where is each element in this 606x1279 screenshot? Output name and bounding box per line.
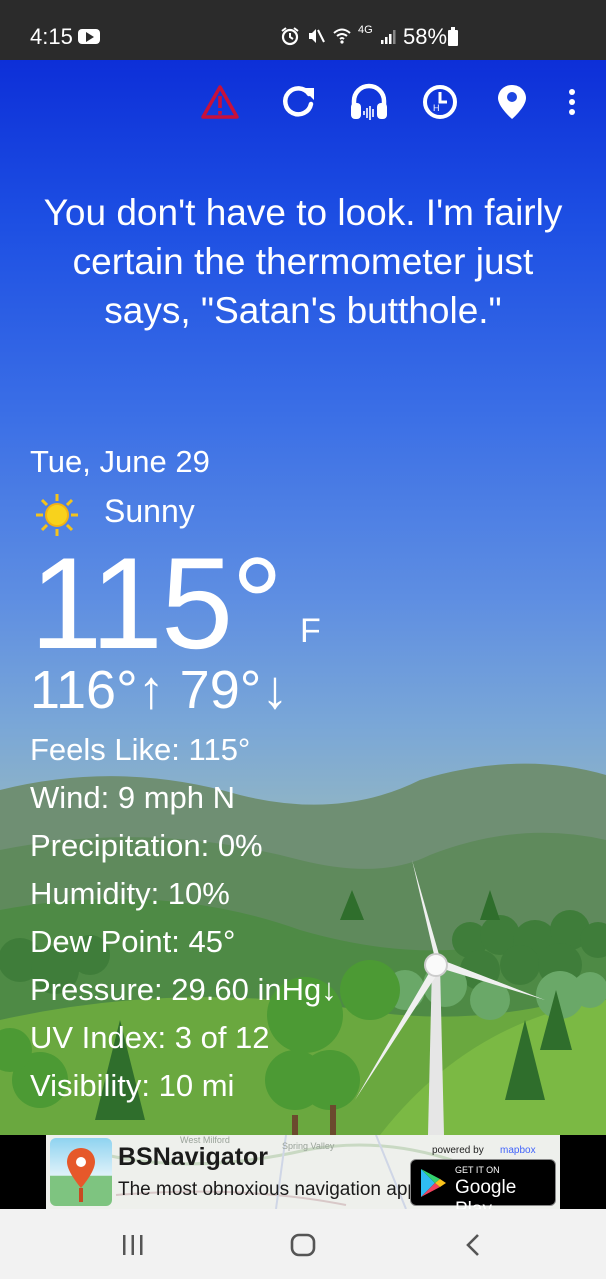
recent-apps-button[interactable] <box>113 1225 153 1265</box>
refresh-icon <box>283 86 314 117</box>
home-icon <box>290 1233 316 1257</box>
wifi-icon <box>333 28 351 44</box>
battery-icon <box>448 27 458 46</box>
ad-app-logo <box>50 1138 112 1206</box>
ad-content[interactable]: West Milford Spring Valley BSNavigator T… <box>46 1135 560 1209</box>
android-nav-bar <box>0 1209 606 1279</box>
map-label-spring-valley: Spring Valley <box>282 1141 335 1151</box>
map-pin-icon <box>67 1148 95 1202</box>
alert-icon <box>201 85 239 119</box>
mute-icon <box>309 29 325 43</box>
ad-subtitle: The most obnoxious navigation app. <box>118 1179 424 1200</box>
forecast-date: Tue, June 29 <box>30 444 210 479</box>
recent-apps-icon <box>123 1235 143 1255</box>
youtube-notification-icon <box>78 29 100 44</box>
detail-pressure: Pressure: 29.60 inHg↓ <box>30 972 337 1007</box>
google-play-small-text: GET IT ON <box>455 1165 500 1175</box>
svg-text:H: H <box>433 103 440 113</box>
google-play-icon <box>421 1169 446 1197</box>
weather-condition: Sunny <box>104 493 195 529</box>
status-icons: 4G <box>280 24 399 47</box>
location-icon <box>498 85 526 119</box>
screen: 4:15 4G 58% H You don't have to look. I'… <box>0 0 606 1279</box>
detail-dew-point: Dew Point: 45° <box>30 924 236 959</box>
weather-quote: You don't have to look. I'm fairly certa… <box>43 192 563 331</box>
google-play-big-text: Google Play <box>455 1177 517 1209</box>
detail-visibility: Visibility: 10 mi <box>30 1068 235 1103</box>
detail-feels-like: Feels Like: 115° <box>30 732 251 767</box>
ad-banner[interactable]: West Milford Spring Valley BSNavigator T… <box>0 1135 606 1209</box>
home-button[interactable] <box>283 1225 323 1265</box>
location-button[interactable] <box>490 80 534 124</box>
battery-percent: 58% <box>403 24 448 49</box>
detail-humidity: Humidity: 10% <box>30 876 230 911</box>
status-time: 4:15 <box>30 24 73 49</box>
detail-precipitation: Precipitation: 0% <box>30 828 263 863</box>
ad-powered-by: powered by <box>432 1145 484 1156</box>
google-play-button[interactable]: GET IT ON Google Play <box>410 1159 556 1209</box>
detail-uv-index: UV Index: 3 of 12 <box>30 1020 270 1055</box>
high-low-temperature: 116°↑ 79°↓ <box>30 660 289 720</box>
status-bar: 4:15 4G 58% <box>0 0 606 60</box>
current-temperature: 115° <box>30 530 283 676</box>
alarm-icon <box>281 27 299 46</box>
headphones-icon <box>351 83 387 120</box>
back-icon <box>466 1234 479 1256</box>
detail-wind: Wind: 9 mph N <box>30 780 236 815</box>
back-button[interactable] <box>453 1225 493 1265</box>
history-button[interactable]: H <box>418 80 462 124</box>
signal-icon <box>380 30 396 44</box>
more-options-button[interactable] <box>552 80 592 124</box>
mapbox-logo: mapbox <box>500 1145 536 1156</box>
more-icon <box>569 89 575 115</box>
refresh-button[interactable] <box>276 80 320 124</box>
network-type: 4G <box>358 24 373 36</box>
ad-title: BSNavigator <box>118 1143 269 1171</box>
audio-button[interactable] <box>347 80 391 124</box>
alert-button[interactable] <box>198 80 242 124</box>
history-icon: H <box>423 85 457 119</box>
temperature-unit: F <box>300 612 321 650</box>
